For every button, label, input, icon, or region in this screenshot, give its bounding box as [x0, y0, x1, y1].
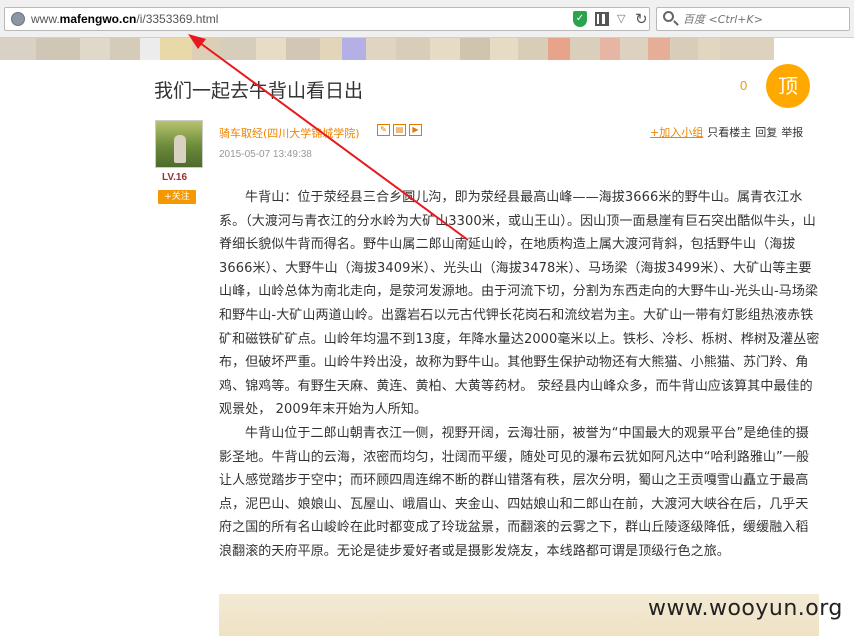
- post-time: 2015-05-07 13:49:38: [219, 149, 312, 160]
- author-badges: ✎ ▤ ▶: [377, 124, 422, 136]
- wrench-icon: ✎: [377, 124, 390, 136]
- author-name[interactable]: 骑车取经(四川大学锦城学院): [219, 125, 360, 141]
- user-level: LV.16: [162, 172, 188, 183]
- qrcode-icon[interactable]: [595, 12, 609, 26]
- watermark: www.wooyun.org: [648, 596, 843, 621]
- reply-link[interactable]: 回复: [755, 124, 777, 140]
- ding-button[interactable]: 顶: [766, 64, 810, 108]
- address-bar[interactable]: www.mafengwo.cn/i/3353369.html ✓ ▽ ↻: [4, 7, 650, 31]
- url-dropdown-icon[interactable]: ▽: [617, 12, 625, 25]
- site-nav-mosaic: [0, 38, 854, 60]
- like-count: 0: [740, 78, 748, 93]
- shield-icon[interactable]: ✓: [573, 11, 587, 27]
- search-input[interactable]: [683, 11, 843, 27]
- url-text[interactable]: www.mafengwo.cn/i/3353369.html: [31, 12, 218, 26]
- refresh-icon[interactable]: ↻: [635, 10, 648, 28]
- search-box[interactable]: [656, 7, 850, 31]
- card-icon: ▤: [393, 124, 406, 136]
- page-title: 我们一起去牛背山看日出: [154, 80, 364, 102]
- camera-icon: ▶: [409, 124, 422, 136]
- join-group-link[interactable]: +加入小组: [650, 124, 703, 140]
- search-icon: [663, 11, 674, 22]
- post-actions: +加入小组 只看楼主 回复 举报: [650, 124, 803, 140]
- follow-button[interactable]: +关注: [158, 190, 196, 204]
- globe-icon: [11, 12, 25, 26]
- paragraph: 牛背山位于二郎山朝青衣江一侧，视野开阔，云海壮丽，被誉为“中国最大的观景平台”是…: [219, 425, 810, 559]
- post-body: 牛背山：位于荥经县三合乡圆儿沟，即为荥经县最高山峰——海拔3666米的野牛山。属…: [219, 186, 821, 564]
- browser-toolbar: www.mafengwo.cn/i/3353369.html ✓ ▽ ↻: [0, 0, 854, 38]
- report-link[interactable]: 举报: [781, 124, 803, 140]
- only-author-link[interactable]: 只看楼主: [707, 124, 751, 140]
- avatar[interactable]: [155, 120, 203, 168]
- paragraph: 牛背山：位于荥经县三合乡圆儿沟，即为荥经县最高山峰——海拔3666米的野牛山。属…: [219, 190, 820, 418]
